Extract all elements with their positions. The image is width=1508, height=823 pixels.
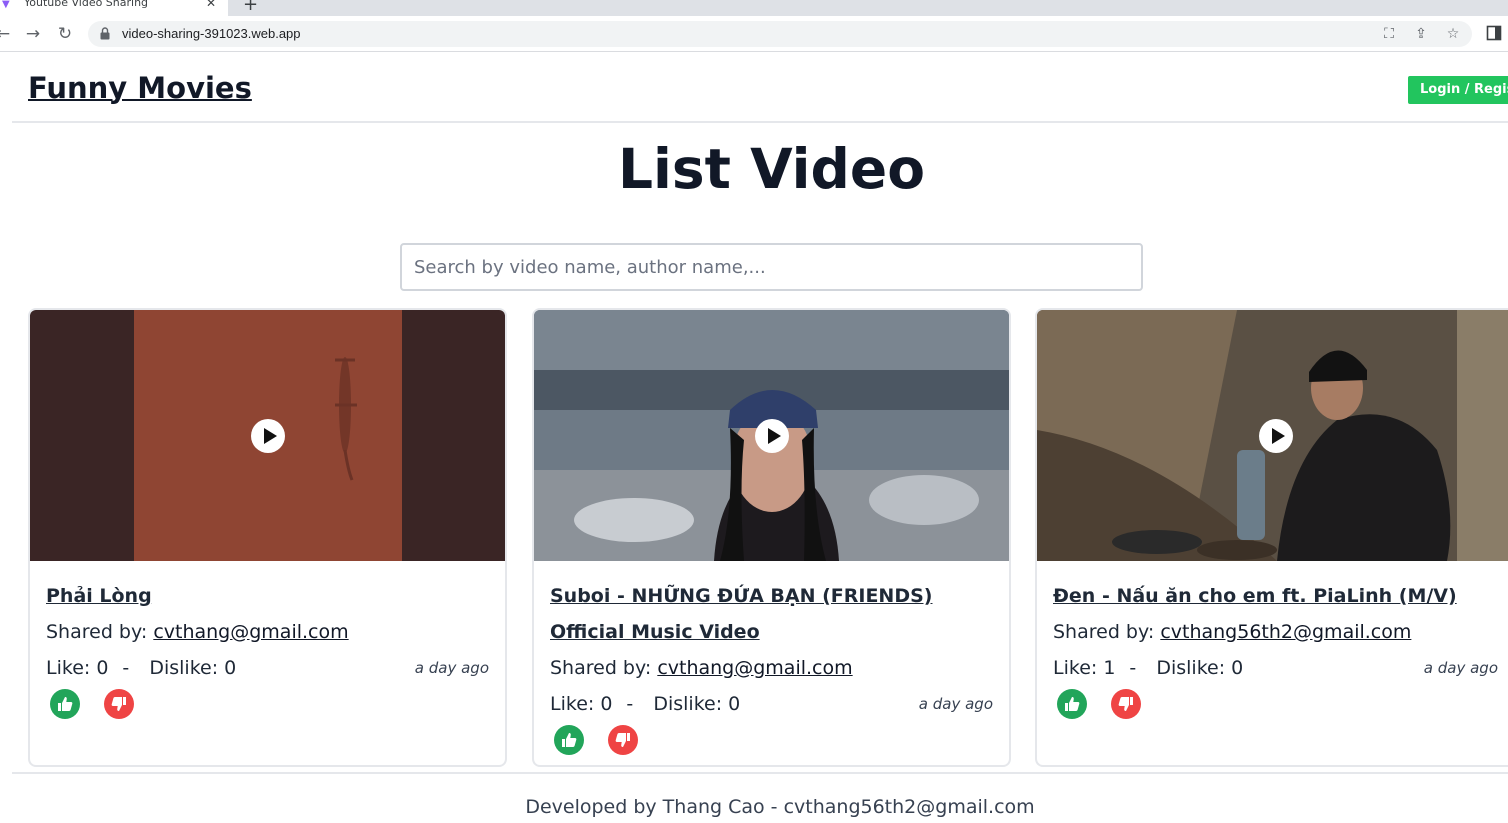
shared-by-label: Shared by:	[46, 621, 148, 643]
thumbs-up-icon	[1065, 697, 1080, 711]
login-register-button[interactable]: Login / Register	[1408, 76, 1508, 104]
video-card: Suboi - NHỮNG ĐỨA BẠN (FRIENDS) Official…	[532, 308, 1011, 767]
dislike-button[interactable]	[608, 725, 638, 755]
bookmark-star-icon[interactable]: ☆	[1444, 25, 1462, 43]
dislike-count: 0	[1231, 657, 1244, 679]
app-header: Funny Movies Login / Register	[12, 53, 1508, 123]
thumbs-up-icon	[562, 733, 577, 747]
like-button[interactable]	[554, 725, 584, 755]
browser-tab[interactable]: ▼ Youtube Video Sharing ✕	[0, 0, 228, 16]
close-tab-icon[interactable]: ✕	[206, 0, 216, 10]
like-count: 1	[1103, 657, 1116, 679]
dislike-count: 0	[728, 693, 741, 715]
thumbs-up-icon	[58, 697, 73, 711]
lock-icon	[100, 27, 110, 40]
like-count: 0	[600, 693, 613, 715]
vote-buttons	[1053, 686, 1492, 722]
new-tab-icon[interactable]: +	[243, 0, 258, 15]
search-input[interactable]	[400, 243, 1143, 291]
video-title-link[interactable]: Phải Lòng	[46, 578, 489, 614]
like-button[interactable]	[50, 689, 80, 719]
translate-icon[interactable]: ⛶	[1380, 25, 1398, 43]
shared-by-label: Shared by:	[550, 657, 652, 679]
votes-row: Like: 1- Dislike: 0 a day ago	[1053, 650, 1498, 686]
video-card: Phải Lòng Shared by: cvthang@gmail.com L…	[28, 308, 507, 767]
video-card: Đen - Nấu ăn cho em ft. PiaLinh (M/V) Sh…	[1035, 308, 1508, 767]
play-icon[interactable]	[251, 419, 285, 453]
shared-time: a day ago	[1423, 659, 1498, 677]
dislike-count: 0	[224, 657, 237, 679]
dislike-label: Dislike:	[653, 693, 723, 715]
thumbs-down-icon	[1118, 697, 1133, 711]
like-label: Like:	[1053, 657, 1098, 679]
forward-icon[interactable]: →	[22, 23, 44, 45]
play-icon[interactable]	[1259, 419, 1293, 453]
dislike-button[interactable]	[104, 689, 134, 719]
video-title-link[interactable]: Suboi - NHỮNG ĐỨA BẠN (FRIENDS) Official…	[550, 578, 993, 650]
shared-by-row: Shared by: cvthang56th2@gmail.com	[1053, 614, 1492, 650]
browser-tabbar: ▼ Youtube Video Sharing ✕ +	[0, 0, 1508, 16]
shared-by-row: Shared by: cvthang@gmail.com	[550, 650, 993, 686]
thumbs-down-icon	[111, 697, 126, 711]
dislike-label: Dislike:	[149, 657, 219, 679]
shared-time: a day ago	[918, 695, 993, 713]
shared-by-label: Shared by:	[1053, 621, 1155, 643]
brand-link[interactable]: Funny Movies	[28, 71, 252, 105]
footer-credits: Developed by Thang Cao - cvthang56th2@gm…	[525, 796, 1035, 818]
footer-divider	[12, 772, 1508, 774]
dislike-button[interactable]	[1111, 689, 1141, 719]
url-text: video-sharing-391023.web.app	[122, 26, 301, 41]
shared-time: a day ago	[414, 659, 489, 677]
like-label: Like:	[46, 657, 91, 679]
sharer-email-link[interactable]: cvthang@gmail.com	[153, 621, 348, 643]
side-panel-icon[interactable]	[1486, 25, 1502, 41]
votes-row: Like: 0- Dislike: 0 a day ago	[550, 686, 993, 722]
like-label: Like:	[550, 693, 595, 715]
tab-title: Youtube Video Sharing	[24, 0, 149, 9]
video-thumbnail[interactable]	[1037, 310, 1508, 561]
browser-toolbar: ← → ↻ video-sharing-391023.web.app ⛶ ⇪ ☆	[0, 16, 1508, 52]
like-button[interactable]	[1057, 689, 1087, 719]
play-icon[interactable]	[755, 419, 789, 453]
dislike-label: Dislike:	[1156, 657, 1226, 679]
sharer-email-link[interactable]: cvthang@gmail.com	[657, 657, 852, 679]
page-title: List Video	[618, 137, 925, 201]
video-thumbnail[interactable]	[30, 310, 505, 561]
vote-buttons	[550, 722, 993, 758]
shared-by-row: Shared by: cvthang@gmail.com	[46, 614, 489, 650]
votes-row: Like: 0- Dislike: 0 a day ago	[46, 650, 489, 686]
like-count: 0	[96, 657, 109, 679]
address-bar[interactable]: video-sharing-391023.web.app ⛶ ⇪ ☆	[88, 21, 1472, 47]
back-icon[interactable]: ←	[0, 23, 14, 45]
reload-icon[interactable]: ↻	[54, 23, 76, 45]
share-icon[interactable]: ⇪	[1412, 25, 1430, 43]
thumbs-down-icon	[615, 733, 630, 747]
video-thumbnail[interactable]	[534, 310, 1009, 561]
sharer-email-link[interactable]: cvthang56th2@gmail.com	[1160, 621, 1411, 643]
video-favicon-icon: ▼	[2, 0, 10, 10]
vote-buttons	[46, 686, 489, 722]
video-title-link[interactable]: Đen - Nấu ăn cho em ft. PiaLinh (M/V)	[1053, 578, 1492, 614]
